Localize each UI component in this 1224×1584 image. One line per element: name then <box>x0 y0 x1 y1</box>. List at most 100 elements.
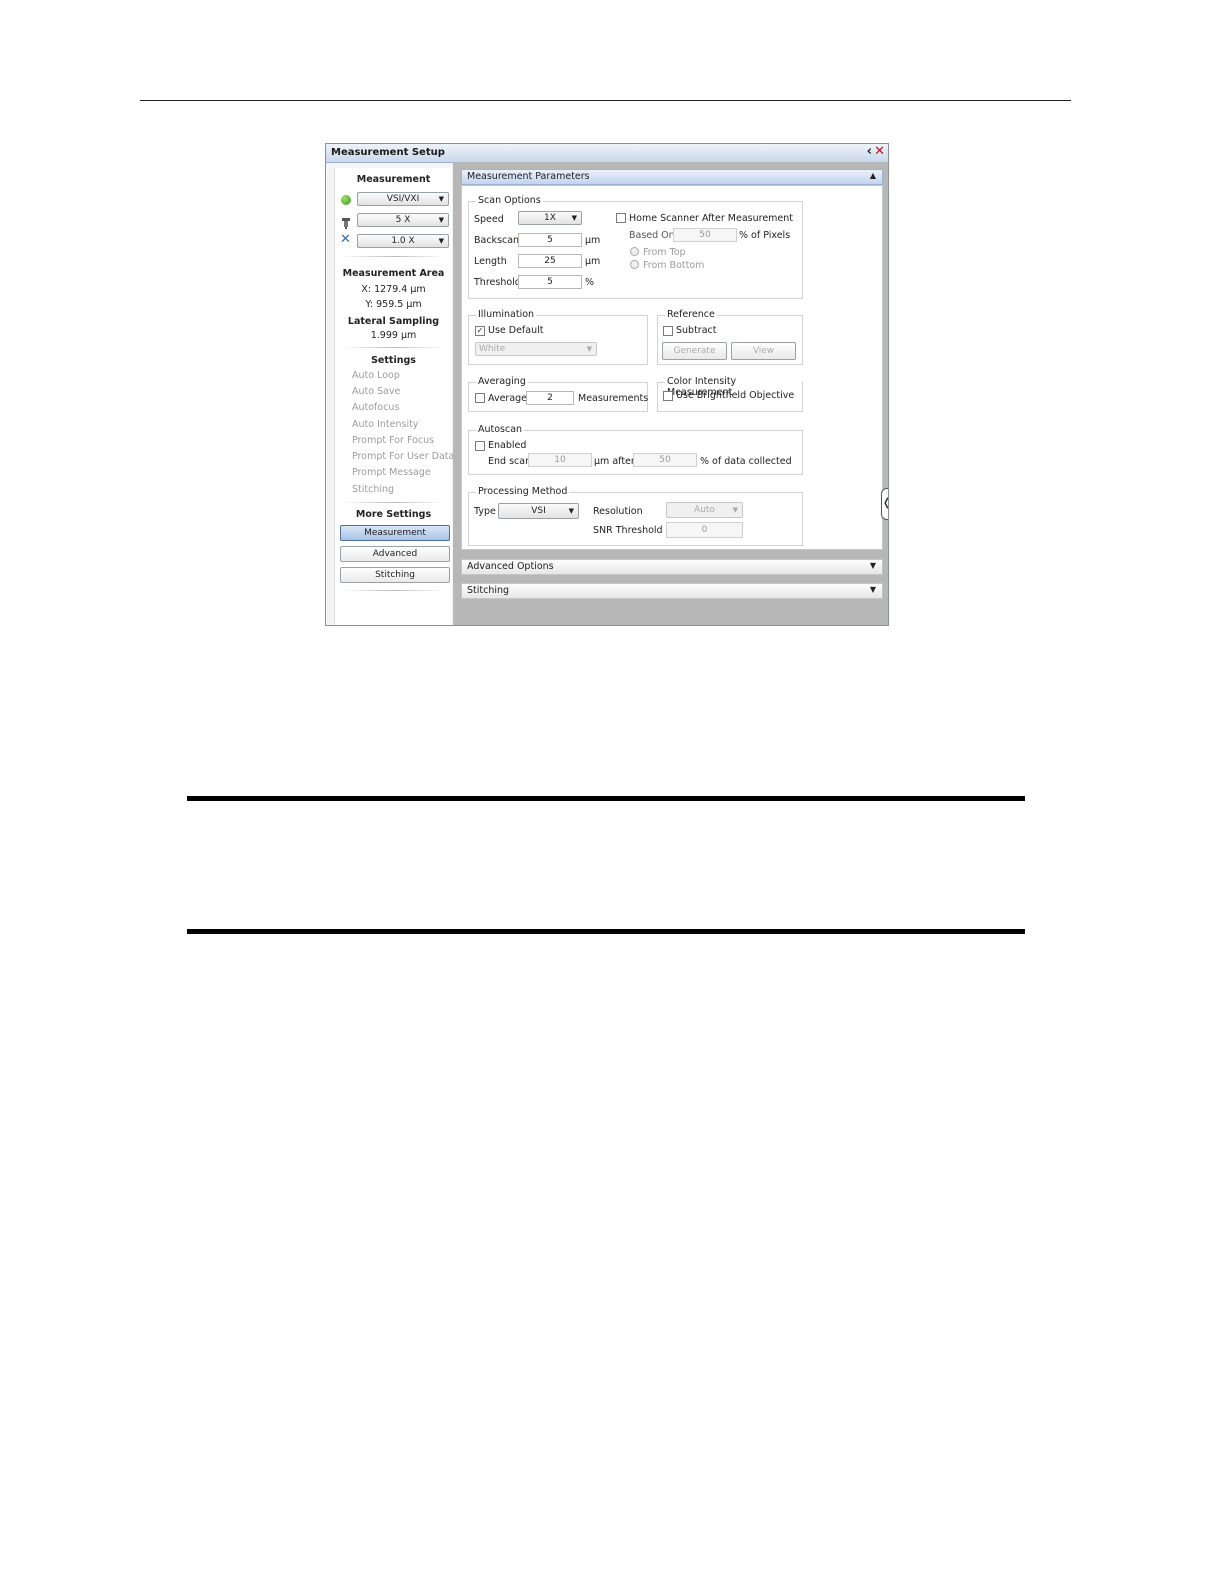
scan-options-group: Scan Options Speed 1X ▼ Backscan 5 µm Len… <box>468 195 803 299</box>
chevron-down-icon: ▼ <box>438 195 444 203</box>
view-button[interactable]: View <box>731 342 796 360</box>
measurement-parameters-header[interactable]: Measurement Parameters ▲ <box>461 169 883 185</box>
average-checkbox[interactable] <box>475 393 485 403</box>
zoom-x-icon: ✕ <box>340 232 351 247</box>
type-label: Type <box>474 506 496 517</box>
backscan-input[interactable]: 5 <box>518 233 582 247</box>
home-scanner-checkbox[interactable] <box>616 213 626 223</box>
based-on-label: Based On <box>629 230 675 241</box>
illumination-color-select[interactable]: White ▼ <box>475 342 597 356</box>
chevron-down-icon: ▼ <box>732 506 738 514</box>
after-input[interactable]: 50 <box>633 453 697 467</box>
measurement-area-header: Measurement Area <box>342 268 445 279</box>
autoscan-group: Autoscan Enabled End scan 10 µm after 50… <box>468 424 803 475</box>
resolution-select[interactable]: Auto ▼ <box>666 502 743 518</box>
measurement-header: Measurement <box>356 174 431 185</box>
end-scan-input[interactable]: 10 <box>528 453 592 467</box>
mode-select[interactable]: VSI/VXI ▼ <box>357 192 449 206</box>
more-settings-header: More Settings <box>355 509 432 520</box>
average-count-input[interactable]: 2 <box>526 391 574 405</box>
divider <box>341 502 446 503</box>
setting-auto-loop[interactable]: Auto Loop <box>352 370 400 381</box>
zoom-select[interactable]: 1.0 X ▼ <box>357 234 449 248</box>
length-input[interactable]: 25 <box>518 254 582 268</box>
zoom-value: 1.0 X <box>391 236 415 246</box>
backscan-label: Backscan <box>474 235 520 246</box>
setting-auto-intensity[interactable]: Auto Intensity <box>352 419 418 430</box>
objective-select[interactable]: 5 X ▼ <box>357 213 449 227</box>
average-unit: Measurements <box>578 393 649 404</box>
chevron-up-icon: ▲ <box>869 171 876 180</box>
divider <box>341 590 446 591</box>
threshold-unit: % <box>585 277 595 288</box>
side-expand-tab[interactable]: ❬ <box>881 488 888 520</box>
home-scanner-label: Home Scanner After Measurement <box>629 213 794 224</box>
averaging-group: Averaging Average 2 Measurements <box>468 376 649 412</box>
stitching-title: Stitching <box>467 585 510 596</box>
from-bottom-label: From Bottom <box>643 260 705 271</box>
length-label: Length <box>474 256 507 267</box>
setting-prompt-for-focus[interactable]: Prompt For Focus <box>352 435 434 446</box>
reference-group: Reference Subtract Generate View <box>657 309 803 365</box>
collapse-icon[interactable]: ‹ <box>867 144 872 159</box>
stitching-header[interactable]: Stitching ▼ <box>461 583 883 599</box>
measurement-parameters-body: Scan Options Speed 1X ▼ Backscan 5 µm Len… <box>461 185 883 550</box>
chevron-down-icon: ▼ <box>438 216 444 224</box>
illumination-color-value: White <box>479 344 506 354</box>
resolution-value: Auto <box>694 505 715 515</box>
divider <box>341 347 446 348</box>
close-icon[interactable]: ✕ <box>874 144 885 159</box>
lateral-sampling-header: Lateral Sampling <box>347 316 440 327</box>
setting-prompt-message[interactable]: Prompt Message <box>352 467 431 478</box>
processing-method-group: Processing Method Type VSI ▼ Resolution A… <box>468 486 803 546</box>
averaging-title: Averaging <box>476 376 528 387</box>
speed-select[interactable]: 1X ▼ <box>518 211 582 225</box>
setting-prompt-for-user-data[interactable]: Prompt For User Data <box>352 451 454 462</box>
window-title: Measurement Setup <box>331 147 445 158</box>
generate-button[interactable]: Generate <box>662 342 727 360</box>
processing-type-value: VSI <box>531 506 546 516</box>
illumination-group: Illumination ✓ Use Default White ▼ <box>468 309 648 365</box>
use-default-label: Use Default <box>488 325 544 336</box>
use-default-checkbox[interactable]: ✓ <box>475 326 485 336</box>
title-bar: Measurement Setup ‹ ✕ <box>326 144 888 163</box>
processing-method-title: Processing Method <box>476 486 570 497</box>
from-top-radio[interactable] <box>630 247 639 256</box>
settings-header: Settings <box>371 355 416 366</box>
divider <box>341 256 446 257</box>
processing-type-select[interactable]: VSI ▼ <box>498 503 579 519</box>
based-on-input[interactable]: 50 <box>673 228 737 242</box>
more-stitching-button[interactable]: Stitching <box>340 567 450 583</box>
resolution-label: Resolution <box>593 506 643 517</box>
setting-stitching[interactable]: Stitching <box>352 484 394 495</box>
lateral-sampling-value: 1.999 µm <box>370 330 417 341</box>
subtract-label: Subtract <box>676 325 717 336</box>
setting-auto-save[interactable]: Auto Save <box>352 386 400 397</box>
from-bottom-radio[interactable] <box>630 260 639 269</box>
speed-value: 1X <box>544 213 556 223</box>
more-advanced-button[interactable]: Advanced <box>340 546 450 562</box>
backscan-unit: µm <box>585 235 601 246</box>
measurement-setup-window: Measurement Setup ‹ ✕ Measurement VSI/VX… <box>325 143 889 626</box>
threshold-input[interactable]: 5 <box>518 275 582 289</box>
speed-label: Speed <box>474 214 504 225</box>
chevron-down-icon: ▼ <box>869 561 876 570</box>
more-measurement-button[interactable]: Measurement <box>340 525 450 541</box>
mode-value: VSI/VXI <box>386 194 420 204</box>
objective-value: 5 X <box>395 215 411 225</box>
advanced-options-header[interactable]: Advanced Options ▼ <box>461 559 883 575</box>
chevron-down-icon: ▼ <box>586 345 592 353</box>
chevron-down-icon: ▼ <box>571 214 577 222</box>
snr-threshold-label: SNR Threshold <box>593 525 663 536</box>
measurement-parameters-title: Measurement Parameters <box>467 171 590 182</box>
color-intensity-group: Color Intensity Measurement Use Brightfi… <box>657 376 803 412</box>
snr-threshold-input[interactable]: 0 <box>666 522 743 538</box>
length-unit: µm <box>585 256 601 267</box>
left-panel: Measurement VSI/VXI ▼ 5 X ▼ ✕ 1.0 X ▼ Measu… <box>334 168 454 625</box>
average-label: Average <box>488 393 528 404</box>
subtract-checkbox[interactable] <box>663 326 673 336</box>
area-x: X: 1279.4 µm <box>361 284 426 295</box>
use-brightfield-checkbox[interactable] <box>663 391 673 401</box>
setting-autofocus[interactable]: Autofocus <box>352 402 399 413</box>
autoscan-enabled-checkbox[interactable] <box>475 441 485 451</box>
